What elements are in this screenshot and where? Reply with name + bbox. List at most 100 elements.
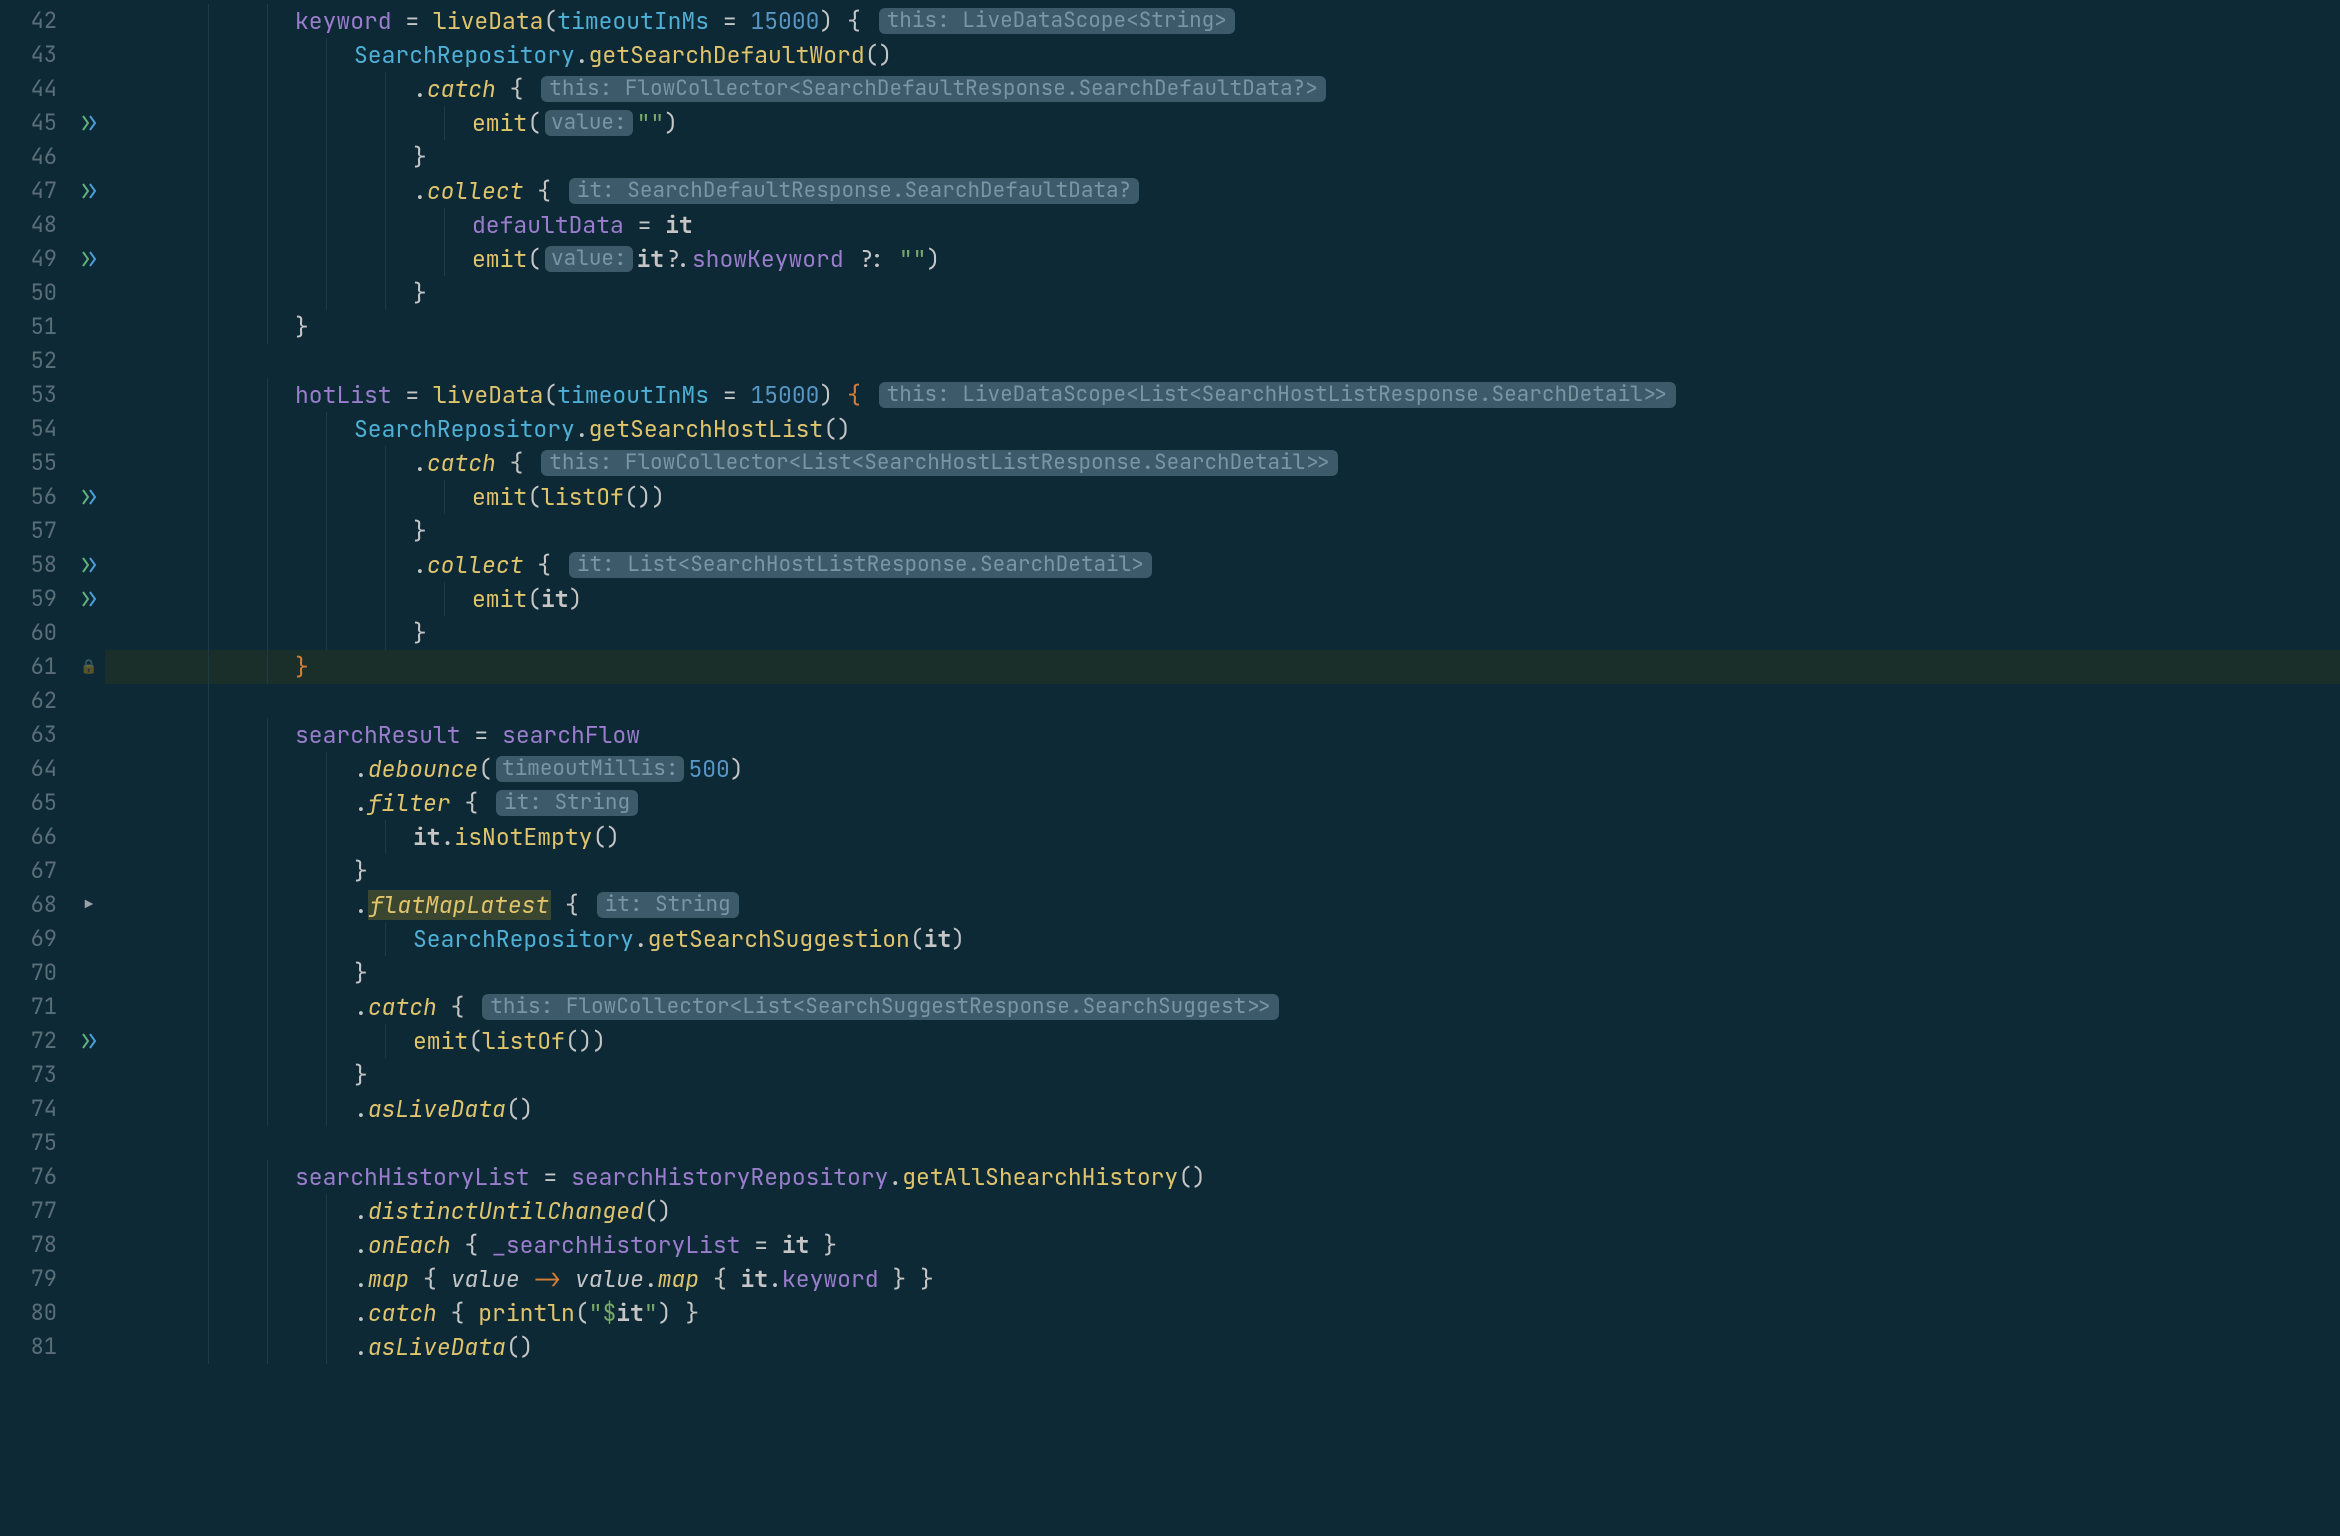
code-line[interactable]: .asLiveData() (105, 1092, 2340, 1126)
indent-guide (385, 106, 386, 140)
code-line[interactable] (105, 684, 2340, 718)
line-number[interactable]: 69 (0, 922, 105, 956)
code-line[interactable] (105, 344, 2340, 378)
code-line[interactable]: emit(listOf()) (105, 1024, 2340, 1058)
indent-guide (208, 446, 209, 480)
code-line[interactable]: .collect { it: SearchDefaultResponse.Sea… (105, 174, 2340, 208)
line-number[interactable]: 50 (0, 276, 105, 310)
line-number[interactable]: 65 (0, 786, 105, 820)
code-line[interactable]: } (105, 310, 2340, 344)
code-editor[interactable]: 42434445 4647 4849 50515253545556 5758 5… (0, 0, 2340, 1536)
line-number[interactable]: 81 (0, 1330, 105, 1364)
code-line[interactable]: .distinctUntilChanged() (105, 1194, 2340, 1228)
code-line[interactable]: .asLiveData() (105, 1330, 2340, 1364)
code-token: flatMapLatest (368, 890, 551, 920)
code-line[interactable]: .map { value -> value.map { it.keyword }… (105, 1262, 2340, 1296)
line-number[interactable]: 49 (0, 242, 105, 276)
line-number[interactable]: 73 (0, 1058, 105, 1092)
line-number[interactable]: 43 (0, 38, 105, 72)
code-token: it (413, 822, 441, 852)
code-line[interactable]: } (105, 854, 2340, 888)
indent-guide (208, 1330, 209, 1364)
line-number[interactable]: 60 (0, 616, 105, 650)
code-line[interactable]: emit(it) (105, 582, 2340, 616)
line-number[interactable]: 75 (0, 1126, 105, 1160)
code-line[interactable]: .filter { it: String (105, 786, 2340, 820)
line-number[interactable]: 76 (0, 1160, 105, 1194)
line-number-gutter[interactable]: 42434445 4647 4849 50515253545556 5758 5… (0, 0, 105, 1536)
code-line[interactable]: .catch { this: FlowCollector<List<Search… (105, 446, 2340, 480)
code-token: emit (472, 584, 527, 614)
line-number[interactable]: 45 (0, 106, 105, 140)
code-area[interactable]: keyword = liveData(timeoutInMs = 15000) … (105, 0, 2340, 1536)
line-number[interactable]: 78 (0, 1228, 105, 1262)
line-number[interactable]: 62 (0, 684, 105, 718)
code-line[interactable]: keyword = liveData(timeoutInMs = 15000) … (105, 4, 2340, 38)
code-line[interactable]: SearchRepository.getSearchSuggestion(it) (105, 922, 2340, 956)
run-gutter-icon[interactable]: ▶ (79, 895, 99, 915)
code-line[interactable]: } (105, 956, 2340, 990)
indent-guide (208, 718, 209, 752)
line-number[interactable]: 55 (0, 446, 105, 480)
indent-guide (267, 208, 268, 242)
code-line[interactable]: SearchRepository.getSearchHostList() (105, 412, 2340, 446)
line-number[interactable]: 66 (0, 820, 105, 854)
line-number[interactable]: 56 (0, 480, 105, 514)
code-token: emit (413, 1026, 468, 1056)
code-token: println (478, 1298, 575, 1328)
code-token: . (413, 176, 427, 206)
line-number[interactable]: 59 (0, 582, 105, 616)
code-line[interactable]: .debounce(timeoutMillis:500) (105, 752, 2340, 786)
line-number[interactable]: 44 (0, 72, 105, 106)
code-line[interactable]: hotList = liveData(timeoutInMs = 15000) … (105, 378, 2340, 412)
code-line[interactable]: .catch { this: FlowCollector<List<Search… (105, 990, 2340, 1024)
line-number[interactable]: 54 (0, 412, 105, 446)
code-line[interactable] (105, 1126, 2340, 1160)
code-line[interactable]: searchHistoryList = searchHistoryReposit… (105, 1160, 2340, 1194)
line-number[interactable]: 57 (0, 514, 105, 548)
code-line[interactable]: .flatMapLatest { it: String (105, 888, 2340, 922)
line-number[interactable]: 79 (0, 1262, 105, 1296)
line-number[interactable]: 53 (0, 378, 105, 412)
code-line[interactable]: } (105, 650, 2340, 684)
line-number[interactable]: 64 (0, 752, 105, 786)
line-number[interactable]: 47 (0, 174, 105, 208)
line-number[interactable]: 51 (0, 310, 105, 344)
code-line[interactable]: .collect { it: List<SearchHostListRespon… (105, 548, 2340, 582)
code-line[interactable]: defaultData = it (105, 208, 2340, 242)
line-number[interactable]: 42 (0, 4, 105, 38)
code-line[interactable]: } (105, 1058, 2340, 1092)
code-line[interactable]: emit(value:"") (105, 106, 2340, 140)
code-line[interactable]: emit(listOf()) (105, 480, 2340, 514)
code-line[interactable]: .catch { println("$it") } (105, 1296, 2340, 1330)
code-line[interactable]: } (105, 276, 2340, 310)
code-line[interactable]: } (105, 140, 2340, 174)
line-number[interactable]: 72 (0, 1024, 105, 1058)
line-number[interactable]: 52 (0, 344, 105, 378)
line-number[interactable]: 58 (0, 548, 105, 582)
indent-guide (385, 140, 386, 174)
code-line[interactable]: searchResult = searchFlow (105, 718, 2340, 752)
line-number[interactable]: 80 (0, 1296, 105, 1330)
line-number[interactable]: 46 (0, 140, 105, 174)
line-number[interactable]: 48 (0, 208, 105, 242)
line-number[interactable]: 68▶ (0, 888, 105, 922)
code-line[interactable]: it.isNotEmpty() (105, 820, 2340, 854)
line-number[interactable]: 67 (0, 854, 105, 888)
line-number[interactable]: 74 (0, 1092, 105, 1126)
code-token: . (888, 1162, 902, 1192)
line-number[interactable]: 77 (0, 1194, 105, 1228)
line-number[interactable]: 71 (0, 990, 105, 1024)
code-line[interactable]: SearchRepository.getSearchDefaultWord() (105, 38, 2340, 72)
line-number[interactable]: 70 (0, 956, 105, 990)
line-number[interactable]: 63 (0, 718, 105, 752)
code-line[interactable]: emit(value:it?.showKeyword ?: "") (105, 242, 2340, 276)
code-token: . (768, 1264, 782, 1294)
line-number[interactable]: 61🔒 (0, 650, 105, 684)
code-line[interactable]: } (105, 616, 2340, 650)
code-line[interactable]: } (105, 514, 2340, 548)
code-line[interactable]: .onEach { _searchHistoryList = it } (105, 1228, 2340, 1262)
code-token: ( (543, 6, 557, 36)
code-line[interactable]: .catch { this: FlowCollector<SearchDefau… (105, 72, 2340, 106)
code-token: searchHistoryRepository (571, 1162, 888, 1192)
